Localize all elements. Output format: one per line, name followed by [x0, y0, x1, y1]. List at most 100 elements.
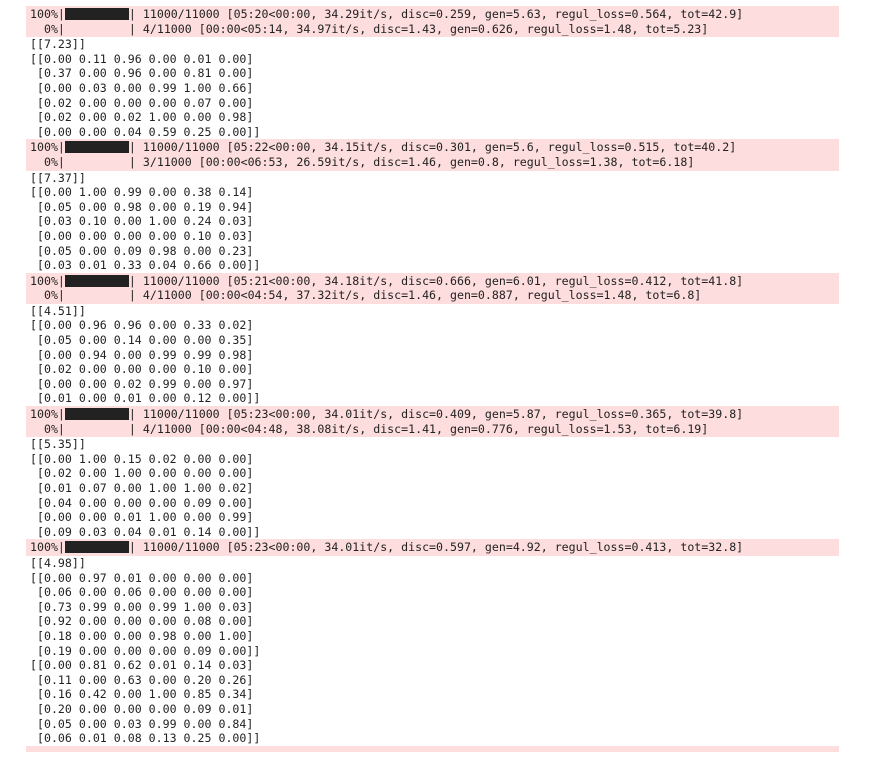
- progress-bar-track: [64, 408, 129, 421]
- progress-stderr-box: 100%| | 11000/11000 [05:23<00:00, 34.01it…: [26, 406, 839, 438]
- matrix-row: [[0.00 0.11 0.96 0.00 0.01 0.00]: [30, 51, 254, 66]
- progress-percent: 0%: [30, 21, 58, 36]
- progress-bar-right-edge: |: [128, 140, 143, 155]
- cell-output-area: 100%| | 11000/11000 [05:20<00:00, 34.29it…: [26, 6, 839, 752]
- matrix-row: [0.11 0.00 0.63 0.00 0.20 0.26]: [30, 672, 254, 687]
- matrix-row: [0.04 0.00 0.00 0.00 0.09 0.00]: [30, 495, 254, 510]
- matrix-row: [0.37 0.00 0.96 0.00 0.81 0.00]: [30, 66, 254, 81]
- progress-bar-line: 100%| | 11000/11000 [05:20<00:00, 34.29it…: [26, 7, 839, 22]
- progress-bar-left-edge: |: [57, 407, 65, 422]
- matrix-row: [0.05 0.00 0.09 0.98 0.00 0.23]: [30, 243, 254, 258]
- matrix-row: [0.02 0.00 0.00 0.00 0.07 0.00]: [30, 95, 254, 110]
- matrix-row: [0.00 0.00 0.00 0.00 0.10 0.03]: [30, 228, 254, 243]
- matrix-row: [0.01 0.07 0.00 1.00 1.00 0.02]: [30, 481, 254, 495]
- progress-stderr-box: 100%| | 11000/11000 [05:21<00:00, 34.18it…: [26, 272, 839, 304]
- progress-bar-right-edge: |: [128, 7, 143, 21]
- matrix-row: [0.02 0.00 0.00 0.00 0.10 0.00]: [30, 362, 254, 377]
- progress-bar-line: 100%| | 11000/11000 [05:21<00:00, 34.18it…: [26, 274, 839, 289]
- progress-bar-line: 0%| | 4/11000 [00:00<04:48, 38.08it/s, di…: [26, 422, 839, 437]
- progress-bar-line: 100%| | 11000/11000 [05:23<00:00, 34.01it…: [26, 540, 839, 555]
- progress-bar-line: 100%| | 11000/11000 [05:22<00:00, 34.15it…: [26, 140, 839, 155]
- matrix-row: [0.05 0.00 0.98 0.00 0.19 0.94]: [30, 199, 254, 214]
- progress-bar-line: 0%| | 4/11000 [00:00<04:54, 37.32it/s, di…: [26, 288, 839, 303]
- matrix-row: [[0.00 1.00 0.15 0.02 0.00 0.00]: [30, 451, 254, 466]
- loss-value-line: [[5.35]]: [30, 437, 86, 452]
- progress-bar-left-edge: |: [57, 7, 65, 21]
- matrix-row: [0.05 0.00 0.03 0.99 0.00 0.84]: [30, 716, 254, 731]
- progress-bar-left-edge: |: [57, 273, 65, 288]
- matrix-row: [0.00 0.94 0.00 0.99 0.99 0.98]: [30, 347, 254, 362]
- progress-stats: 11000/11000 [05:23<00:00, 34.01it/s, dis…: [142, 540, 744, 555]
- matrix-row: [0.06 0.00 0.06 0.00 0.00 0.00]: [30, 585, 254, 600]
- progress-stats: 4/11000 [00:00<05:14, 34.97it/s, disc=1.…: [142, 21, 709, 36]
- loss-value-line: [[4.51]]: [30, 303, 86, 318]
- progress-percent: 0%: [30, 288, 58, 303]
- progress-bar-left-edge: |: [57, 140, 65, 155]
- matrix-row: [0.02 0.00 0.02 1.00 0.00 0.98]: [30, 110, 254, 125]
- progress-bar-fill: [64, 274, 129, 287]
- matrix-row: [0.92 0.00 0.00 0.00 0.08 0.00]: [30, 614, 254, 629]
- progress-percent: 100%: [30, 140, 58, 155]
- progress-percent: 100%: [30, 273, 58, 288]
- progress-bar-left-edge: |: [57, 21, 65, 36]
- matrix-row: [0.05 0.00 0.14 0.00 0.00 0.35]: [30, 333, 254, 348]
- matrix-row: [0.19 0.00 0.00 0.00 0.09 0.00]]: [30, 643, 261, 658]
- progress-stats: 11000/11000 [05:23<00:00, 34.01it/s, dis…: [142, 407, 744, 422]
- matrix-row: [[0.00 1.00 0.99 0.00 0.38 0.14]: [30, 185, 254, 200]
- progress-bar-fill: [64, 408, 129, 421]
- progress-bar-track: [65, 289, 129, 301]
- progress-stats: 11000/11000 [05:22<00:00, 34.15it/s, dis…: [142, 140, 737, 155]
- matrix-row: [0.73 0.99 0.00 0.99 1.00 0.03]: [30, 599, 254, 614]
- progress-bar-fill: [64, 141, 129, 154]
- progress-bar-line: 100%| | 11000/11000 [05:23<00:00, 34.01it…: [26, 407, 839, 422]
- matrix-row: [0.16 0.42 0.00 1.00 0.85 0.34]: [30, 687, 254, 702]
- loss-value-line: [[7.37]]: [30, 170, 86, 185]
- progress-percent: 100%: [30, 7, 58, 21]
- progress-stats: 11000/11000 [05:20<00:00, 34.29it/s, dis…: [142, 7, 744, 21]
- progress-stats: 11000/11000 [05:21<00:00, 34.18it/s, dis…: [142, 273, 744, 288]
- progress-stderr-box: 100%| | 11000/11000 [05:22<00:00, 34.15it…: [26, 139, 839, 171]
- progress-stats: 3/11000 [00:00<06:53, 26.59it/s, disc=1.…: [142, 154, 695, 169]
- progress-percent: 100%: [30, 407, 58, 422]
- progress-stats: 4/11000 [00:00<04:48, 38.08it/s, disc=1.…: [142, 421, 709, 436]
- progress-percent: 100%: [30, 540, 58, 555]
- matrix-row: [0.00 0.00 0.04 0.59 0.25 0.00]]: [30, 124, 261, 139]
- matrix-row: [0.00 0.00 0.01 1.00 0.00 0.99]: [30, 510, 254, 525]
- matrix-row: [0.02 0.00 1.00 0.00 0.00 0.00]: [30, 466, 254, 481]
- matrix-row: [0.03 0.10 0.00 1.00 0.24 0.03]: [30, 214, 254, 229]
- matrix-row: [[0.00 0.81 0.62 0.01 0.14 0.03]: [30, 658, 254, 673]
- progress-stderr-box: 100%| | 11000/11000 [05:23<00:00, 34.01it…: [26, 539, 839, 556]
- matrix-row: [0.00 0.00 0.02 0.99 0.00 0.97]: [30, 376, 254, 391]
- progress-bar-right-edge: |: [128, 540, 143, 555]
- loss-value-line: [[7.23]]: [30, 37, 86, 52]
- matrix-row: [0.06 0.01 0.08 0.13 0.25 0.00]]: [30, 731, 261, 746]
- progress-bar-track: [64, 8, 129, 20]
- progress-bar-right-edge: |: [128, 273, 143, 288]
- progress-stderr-box-partial: [26, 745, 839, 752]
- progress-bar-right-edge: |: [128, 421, 143, 436]
- progress-bar-left-edge: |: [57, 421, 65, 436]
- progress-percent: 0%: [30, 154, 58, 169]
- progress-bar-right-edge: |: [128, 288, 143, 303]
- progress-bar-left-edge: |: [57, 540, 65, 555]
- progress-bar-right-edge: |: [128, 154, 143, 169]
- progress-bar-line: 0%| | 3/11000 [00:00<06:53, 26.59it/s, di…: [26, 155, 839, 170]
- progress-bar-track: [64, 541, 129, 554]
- progress-bar-right-edge: |: [128, 21, 143, 36]
- matrix-row: [0.01 0.00 0.01 0.00 0.12 0.00]]: [30, 391, 261, 406]
- progress-bar-track: [64, 141, 129, 154]
- matrix-row: [0.20 0.00 0.00 0.00 0.09 0.01]: [30, 701, 254, 716]
- progress-bar-track: [65, 156, 129, 168]
- progress-percent: 0%: [30, 421, 58, 436]
- matrix-row: [0.03 0.01 0.33 0.04 0.66 0.00]]: [30, 258, 261, 273]
- matrix-row: [[0.00 0.97 0.01 0.00 0.00 0.00]: [30, 570, 254, 585]
- progress-bar-track: [64, 274, 129, 287]
- loss-value-line: [[4.98]]: [30, 555, 86, 570]
- progress-bar-left-edge: |: [57, 288, 65, 303]
- progress-bar-track: [65, 423, 129, 435]
- progress-bar-left-edge: |: [57, 154, 65, 169]
- progress-stats: 4/11000 [00:00<04:54, 37.32it/s, disc=1.…: [142, 288, 702, 303]
- progress-stderr-box: 100%| | 11000/11000 [05:20<00:00, 34.29it…: [26, 6, 839, 38]
- matrix-row: [[0.00 0.96 0.96 0.00 0.33 0.02]: [30, 318, 254, 333]
- matrix-row: [0.18 0.00 0.00 0.98 0.00 1.00]: [30, 628, 254, 643]
